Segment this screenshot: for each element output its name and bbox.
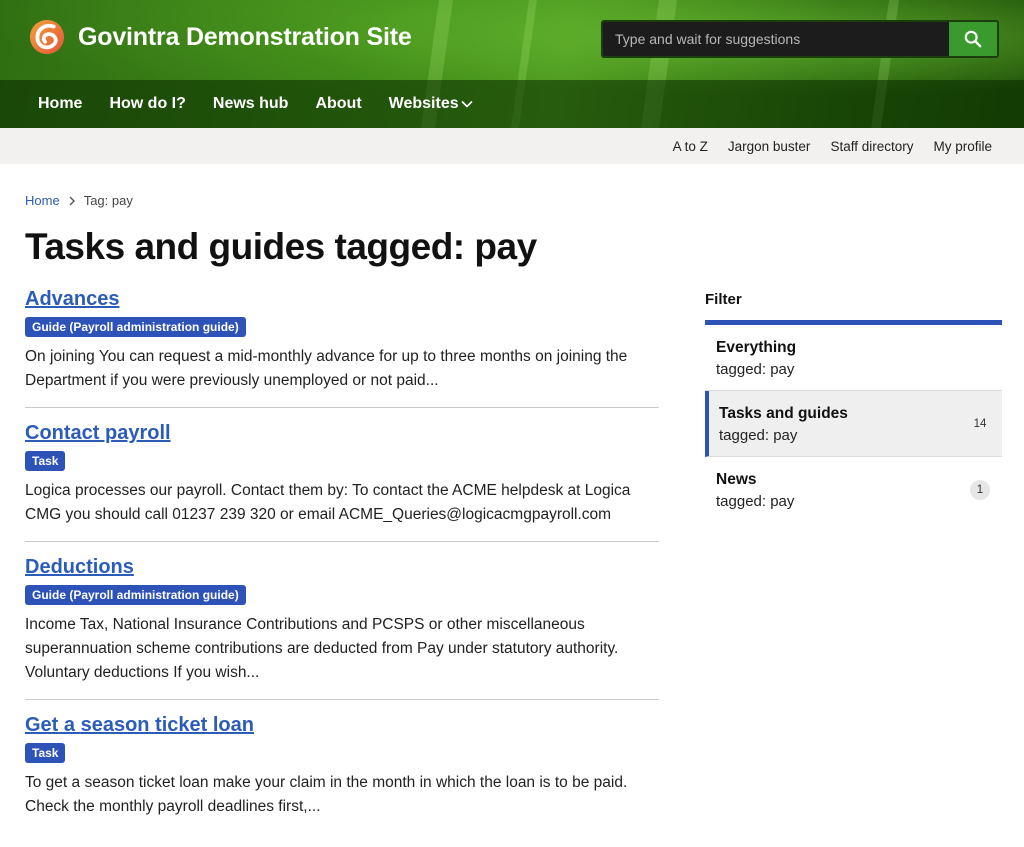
- search-button[interactable]: [949, 22, 997, 56]
- filter-panel: Filter Everything tagged: pay Tasks and …: [705, 288, 1002, 522]
- filter-count-badge: 14: [973, 417, 987, 430]
- filter-item-news[interactable]: News tagged: pay 1: [705, 457, 1002, 522]
- result-excerpt: Income Tax, National Insurance Contribut…: [25, 616, 619, 681]
- nav-item-about[interactable]: About: [315, 95, 361, 113]
- page-title: Tasks and guides tagged: pay: [25, 226, 537, 267]
- filter-item-sub: tagged: pay: [716, 361, 795, 378]
- filter-item-label: Everything: [716, 339, 797, 356]
- result-title-link[interactable]: Deductions: [25, 556, 659, 579]
- filter-item-sub: tagged: pay: [719, 427, 798, 444]
- main-navigation: Home How do I? News hub About Websites: [0, 80, 1024, 128]
- filter-item-label: Tasks and guides: [719, 405, 848, 422]
- result-item: Contact payroll Task Logica processes ou…: [25, 422, 659, 542]
- filter-item-label: News: [716, 471, 757, 488]
- nav-item-how-do-i[interactable]: How do I?: [109, 95, 185, 113]
- utility-link-a-to-z[interactable]: A to Z: [673, 139, 708, 154]
- result-item: Deductions Guide (Payroll administration…: [25, 556, 659, 700]
- filter-heading: Filter: [705, 288, 1002, 325]
- content-type-badge: Task: [25, 451, 66, 471]
- nav-item-home[interactable]: Home: [38, 95, 82, 113]
- filter-count-badge: 1: [970, 479, 990, 500]
- result-title-link[interactable]: Advances: [25, 288, 659, 311]
- content-type-badge: Guide (Payroll administration guide): [25, 585, 246, 605]
- result-item: Advances Guide (Payroll administration g…: [25, 288, 659, 408]
- nav-item-websites[interactable]: Websites: [389, 95, 473, 113]
- nav-item-websites-label: Websites: [388, 95, 459, 112]
- result-title-link[interactable]: Contact payroll: [25, 422, 659, 445]
- site-brand[interactable]: Govintra Demonstration Site: [28, 18, 412, 56]
- result-excerpt: Logica processes our payroll. Contact th…: [25, 482, 631, 523]
- result-excerpt: To get a season ticket loan make your cl…: [25, 774, 628, 815]
- breadcrumb-current: Tag: pay: [83, 193, 133, 208]
- result-item: Get a season ticket loan Task To get a s…: [25, 714, 659, 833]
- utility-bar: A to Z Jargon buster Staff directory My …: [0, 128, 1024, 164]
- filter-item-tasks-and-guides[interactable]: Tasks and guides tagged: pay 14: [705, 391, 1002, 457]
- utility-link-staff-directory[interactable]: Staff directory: [830, 139, 913, 154]
- content-type-badge: Task: [25, 743, 66, 763]
- utility-link-jargon-buster[interactable]: Jargon buster: [728, 139, 811, 154]
- site-header: Govintra Demonstration Site Home How do …: [0, 0, 1024, 128]
- search-input[interactable]: [603, 22, 949, 56]
- results-list: Advances Guide (Payroll administration g…: [25, 288, 659, 847]
- result-excerpt: On joining You can request a mid-monthly…: [25, 348, 628, 389]
- filter-item-sub: tagged: pay: [716, 493, 795, 510]
- filter-item-everything[interactable]: Everything tagged: pay: [705, 325, 1002, 391]
- site-logo-icon: [29, 19, 65, 55]
- chevron-down-icon: [461, 100, 473, 108]
- content-type-badge: Guide (Payroll administration guide): [25, 317, 246, 337]
- result-title-link[interactable]: Get a season ticket loan: [25, 714, 659, 737]
- breadcrumb-home-link[interactable]: Home: [25, 193, 60, 208]
- chevron-right-icon: [69, 196, 75, 205]
- nav-item-news-hub[interactable]: News hub: [213, 95, 289, 113]
- breadcrumb: Home Tag: pay: [25, 193, 133, 208]
- site-title: Govintra Demonstration Site: [78, 22, 412, 51]
- site-search: [601, 20, 999, 58]
- utility-link-my-profile[interactable]: My profile: [933, 139, 992, 154]
- search-icon: [964, 30, 982, 48]
